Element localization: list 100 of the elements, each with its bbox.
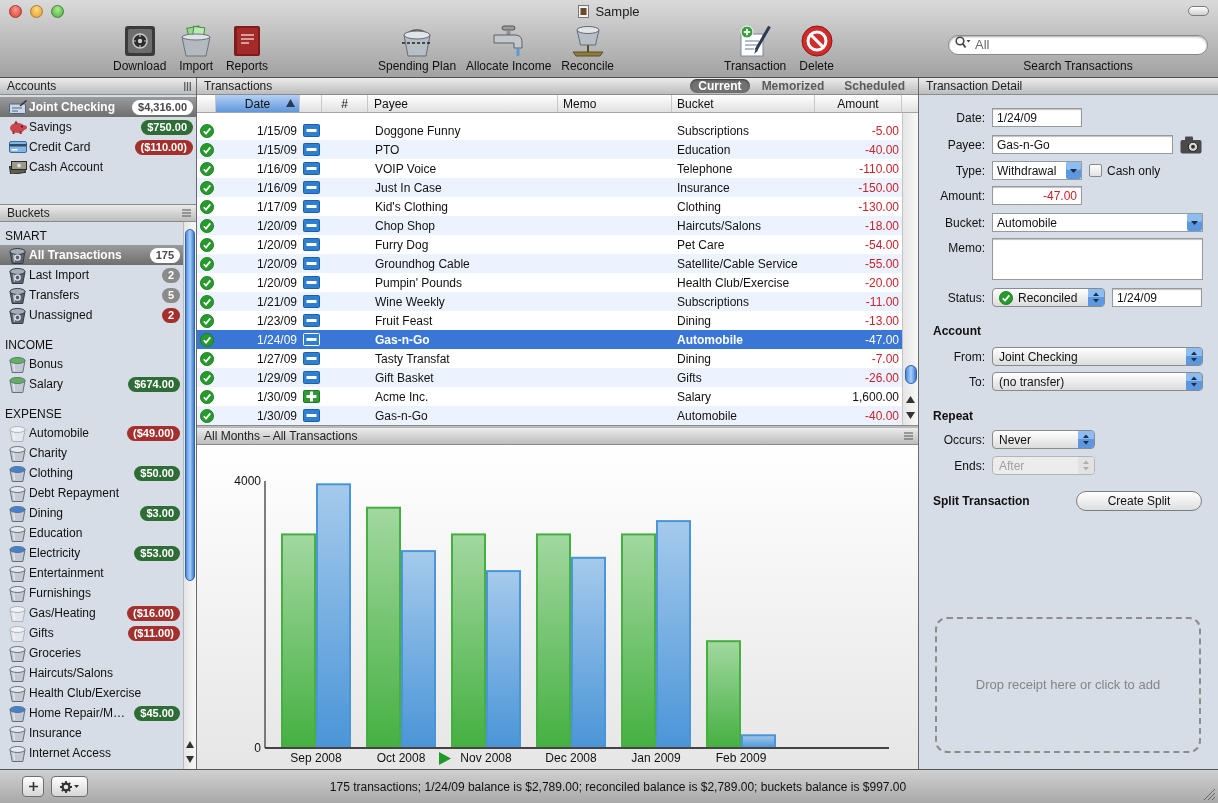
arrow-up-icon[interactable] [186, 741, 194, 748]
account-dropdown[interactable]: Joint Checking [992, 347, 1203, 366]
create-split-button[interactable]: Create Split [1076, 491, 1202, 511]
bucket-item[interactable]: Transfers 5 [0, 285, 183, 305]
table-row[interactable]: 1/30/09 Gas-n-Go Automobile -40.00 [197, 406, 902, 425]
table-row[interactable]: 1/21/09 Wine Weekly Subscriptions -11.00 [197, 292, 902, 311]
account-item[interactable]: Cash Account [0, 157, 196, 177]
settings-button[interactable] [51, 776, 88, 797]
table-cell-text: Subscriptions [676, 124, 751, 137]
toolbar-button[interactable]: Allocate Income [466, 22, 552, 73]
table-row[interactable]: 1/16/09 Just In Case Insurance -150.00 [197, 178, 902, 197]
table-row[interactable]: 1/30/09 Acme Inc. Salary 1,600.00 [197, 387, 902, 406]
scroll-thumb[interactable] [904, 365, 917, 384]
bucket-item[interactable]: Haircuts/Salons [0, 663, 183, 683]
toolbar-button[interactable]: Reports [225, 22, 268, 73]
table-row[interactable]: 1/24/09 Gas-n-Go Automobile -47.00 [197, 330, 902, 349]
bucket-item[interactable]: Gifts ($11.00) [0, 623, 183, 643]
arrow-up-icon[interactable] [906, 396, 915, 403]
bucket-item[interactable]: Clothing $50.00 [0, 463, 183, 483]
repeat-dropdown[interactable]: Never [992, 430, 1095, 449]
scrollbar[interactable] [183, 222, 196, 769]
column-header[interactable]: Date [216, 95, 300, 112]
tab[interactable]: Scheduled [836, 79, 913, 93]
column-header[interactable]: # [322, 95, 368, 112]
bucket-icon [9, 604, 26, 622]
search-field[interactable]: All [948, 34, 1208, 55]
bucket-item[interactable]: Unassigned 2 [0, 305, 183, 325]
table-row[interactable]: 1/20/09 Groundhog Cable Satellite/Cable Service -55.00 [197, 254, 902, 273]
close-button[interactable] [9, 5, 22, 18]
payee-field[interactable]: Gas-n-Go [992, 135, 1173, 154]
scroll-thumb[interactable] [185, 229, 195, 581]
bucket-item[interactable]: Home Repair/M… $45.00 [0, 703, 183, 723]
resize-grip-icon[interactable] [1204, 789, 1215, 800]
toolbar-button[interactable]: Reconcile [561, 22, 614, 73]
table-cell-text: 1/16/09 [255, 181, 298, 194]
bucket-item[interactable]: All Transactions 175 [0, 245, 183, 265]
bucket-item[interactable]: Last Import 2 [0, 265, 183, 285]
date-field[interactable]: 1/24/09 [1112, 288, 1202, 307]
column-header[interactable]: Bucket [672, 95, 815, 112]
table-cell-text: -40.00 [863, 143, 900, 156]
table-cell-text: -20.00 [863, 276, 900, 289]
arrow-down-icon[interactable] [186, 756, 194, 763]
table-row[interactable]: 1/15/09 PTO Education -40.00 [197, 140, 902, 159]
account-item[interactable]: Savings $750.00 [0, 117, 196, 137]
table-row[interactable]: 1/17/09 Kid's Clothing Clothing -130.00 [197, 197, 902, 216]
bucket-item[interactable]: Internet Access [0, 743, 183, 763]
account-item[interactable]: Joint Checking $4,316.00 [0, 97, 196, 117]
table-cell-text: -40.00 [863, 409, 900, 422]
bucket-item[interactable]: Charity [0, 443, 183, 463]
bucket-item[interactable]: Debt Repayment [0, 483, 183, 503]
status-dropdown[interactable]: Reconciled [992, 288, 1105, 307]
add-button[interactable] [22, 776, 44, 797]
toolbar-button[interactable]: Download [113, 22, 167, 73]
bucket-item[interactable]: Dining $3.00 [0, 503, 183, 523]
account-item[interactable]: Credit Card ($110.00) [0, 137, 196, 157]
bucket-item[interactable]: Health Club/Exercise [0, 683, 183, 703]
bucket-item[interactable]: Bonus [0, 354, 183, 374]
table-row[interactable]: 1/23/09 Fruit Feast Dining -13.00 [197, 311, 902, 330]
checkbox[interactable] [1089, 164, 1102, 177]
search-icon[interactable] [955, 36, 971, 48]
toolbar-toggle-button[interactable] [1188, 6, 1209, 16]
caret-icon [74, 785, 79, 788]
date-field[interactable]: 1/24/09 [992, 108, 1082, 127]
scrollbar[interactable] [902, 113, 918, 425]
bucket-item[interactable]: Electricity $53.00 [0, 543, 183, 563]
toolbar-button[interactable]: Delete [799, 22, 834, 73]
table-row[interactable]: 1/27/09 Tasty Transfat Dining -7.00 [197, 349, 902, 368]
table-row[interactable]: 1/20/09 Pumpin' Pounds Health Club/Exercise -20.00 [197, 273, 902, 292]
arrow-down-icon[interactable] [906, 412, 915, 419]
bucket-item[interactable]: Groceries [0, 643, 183, 663]
bucket-item[interactable]: Automobile ($49.00) [0, 423, 183, 443]
type-dropdown[interactable]: Withdrawal [992, 161, 1082, 180]
table-row[interactable]: 1/15/09 Doggone Funny Subscriptions -5.00 [197, 121, 902, 140]
table-row[interactable]: 1/29/09 Gift Basket Gifts -26.00 [197, 368, 902, 387]
tab[interactable]: Current [690, 79, 750, 93]
play-marker-icon[interactable] [439, 752, 451, 765]
bucket-item[interactable]: Gas/Heating ($16.00) [0, 603, 183, 623]
bucket-item[interactable]: Entertainment [0, 563, 183, 583]
bucket-item[interactable]: Furnishings [0, 583, 183, 603]
table-row[interactable]: 1/20/09 Furry Dog Pet Care -54.00 [197, 235, 902, 254]
column-header[interactable]: Memo [558, 95, 672, 112]
table-row[interactable]: 1/16/09 VOIP Voice Telephone -110.00 [197, 159, 902, 178]
toolbar-button[interactable]: Spending Plan [378, 22, 457, 73]
tab[interactable]: Memorized [753, 79, 833, 93]
zoom-button[interactable] [51, 5, 64, 18]
bucket-item[interactable]: Salary $674.00 [0, 374, 183, 394]
memo-field[interactable] [992, 238, 1203, 280]
bucket-dropdown[interactable]: Automobile [992, 213, 1203, 232]
toolbar-button[interactable]: Transaction [724, 22, 787, 73]
column-header[interactable]: Payee [368, 95, 558, 112]
minus-icon [302, 219, 320, 232]
camera-icon[interactable] [1180, 135, 1202, 154]
amount-field[interactable]: -47.00 [992, 186, 1082, 205]
bucket-item[interactable]: Insurance [0, 723, 183, 743]
window-title: Sample [595, 4, 640, 18]
table-row[interactable]: 1/20/09 Chop Shop Haircuts/Salons -18.00 [197, 216, 902, 235]
account-dropdown[interactable]: (no transfer) [992, 372, 1203, 391]
column-header[interactable]: Amount [815, 95, 902, 112]
toolbar-button[interactable]: Import [179, 22, 214, 73]
bucket-item[interactable]: Education [0, 523, 183, 543]
